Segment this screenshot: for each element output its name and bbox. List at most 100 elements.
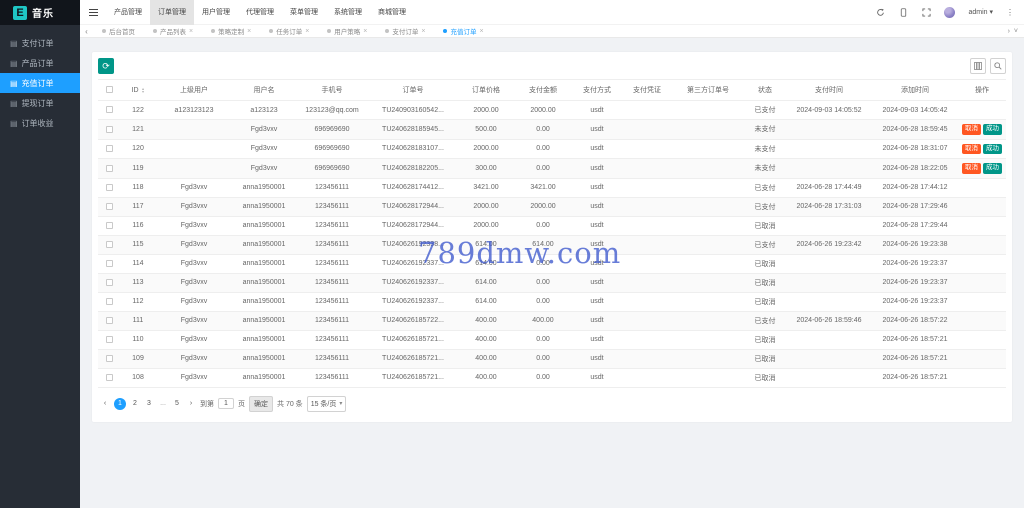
cell-username: anna1950001 [232, 235, 296, 254]
topnav-item-代理管理[interactable]: 代理管理 [238, 0, 282, 25]
cell-pay-method: usdt [572, 330, 622, 349]
fullscreen-icon[interactable] [921, 7, 931, 17]
confirm-order-button[interactable]: 成功 [983, 124, 1002, 135]
tab-用户策略[interactable]: 用户策略× [318, 25, 376, 38]
tab-label: 任务订单 [276, 26, 302, 36]
columns-filter-icon[interactable] [970, 58, 986, 74]
page-2[interactable]: 2 [130, 400, 140, 407]
confirm-order-button[interactable]: 成功 [983, 163, 1002, 174]
row-checkbox[interactable] [106, 260, 113, 267]
close-icon[interactable]: × [305, 28, 309, 35]
menu-toggle-icon[interactable] [80, 0, 106, 25]
per-page-select[interactable]: 15 条/页▾ [307, 396, 347, 412]
topnav-item-菜单管理[interactable]: 菜单管理 [282, 0, 326, 25]
row-checkbox[interactable] [106, 317, 113, 324]
page-jump-input[interactable] [218, 398, 234, 409]
cell-phone: 123123@qq.com [296, 101, 368, 120]
sidebar-item-产品订单[interactable]: ▤产品订单 [0, 53, 80, 73]
cell-id: 117 [120, 197, 156, 216]
cell-third-order-no [672, 311, 744, 330]
tab-支付订单[interactable]: 支付订单× [376, 25, 434, 38]
cell-status: 已取消 [744, 368, 786, 387]
row-checkbox[interactable] [106, 241, 113, 248]
sidebar-item-提现订单[interactable]: ▤提现订单 [0, 93, 80, 113]
row-checkbox[interactable] [106, 126, 113, 133]
select-all-checkbox[interactable] [106, 86, 113, 93]
close-icon[interactable]: × [479, 28, 483, 35]
jump-confirm-button[interactable]: 确定 [249, 396, 273, 412]
page-1[interactable]: 1 [114, 398, 126, 410]
refresh-icon[interactable] [875, 7, 885, 17]
tab-产品列表[interactable]: 产品列表× [144, 25, 202, 38]
more-options-icon[interactable]: ⋮ [1006, 8, 1014, 17]
cell-parent-user: Fgd3vxv [156, 178, 232, 197]
row-checkbox[interactable] [106, 355, 113, 362]
chevron-down-icon: ▾ [339, 400, 342, 407]
row-checkbox[interactable] [106, 203, 113, 210]
page-3[interactable]: 3 [144, 400, 154, 407]
cell-id: 111 [120, 311, 156, 330]
topnav-item-产品管理[interactable]: 产品管理 [106, 0, 150, 25]
row-checkbox[interactable] [106, 106, 113, 113]
tab-后台首页[interactable]: 后台首页 [93, 25, 144, 38]
cell-pay-method: usdt [572, 120, 622, 140]
sort-icon[interactable]: ▲▼ [141, 87, 145, 93]
cell-phone: 123456111 [296, 368, 368, 387]
admin-app: E 音乐 ▤支付订单▤产品订单▤充值订单▤提现订单▤订单收益 产品管理订单管理用… [0, 0, 1024, 508]
cell-actions [958, 368, 1006, 387]
close-icon[interactable]: × [363, 28, 367, 35]
tabs-menu-icon[interactable]: ˅ [1014, 28, 1018, 35]
cell-third-order-no [672, 178, 744, 197]
column-header-支付凭证: 支付凭证 [622, 80, 672, 101]
brand-name: 音乐 [32, 5, 54, 20]
row-checkbox[interactable] [106, 279, 113, 286]
cancel-order-button[interactable]: 取消 [962, 124, 981, 135]
tab-任务订单[interactable]: 任务订单× [260, 25, 318, 38]
cell-actions [958, 101, 1006, 120]
cell-phone: 696969690 [296, 159, 368, 179]
search-icon[interactable] [990, 58, 1006, 74]
tab-充值订单[interactable]: 充值订单× [434, 25, 492, 38]
topnav-item-订单管理[interactable]: 订单管理 [150, 0, 194, 25]
cell-pay-method: usdt [572, 292, 622, 311]
row-checkbox[interactable] [106, 298, 113, 305]
cell-parent-user: Fgd3vxv [156, 330, 232, 349]
cell-voucher [622, 330, 672, 349]
row-checkbox[interactable] [106, 145, 113, 152]
sidebar-item-充值订单[interactable]: ▤充值订单 [0, 73, 80, 93]
cell-pay-time: 2024-06-26 18:59:46 [786, 311, 872, 330]
page-5[interactable]: 5 [172, 400, 182, 407]
row-checkbox[interactable] [106, 336, 113, 343]
row-checkbox[interactable] [106, 165, 113, 172]
table-row: 118Fgd3vxvanna1950001123456111TU24062817… [98, 178, 1006, 197]
close-icon[interactable]: × [421, 28, 425, 35]
confirm-order-button[interactable]: 成功 [983, 144, 1002, 155]
tabs-scroll-left-icon[interactable]: ‹ [80, 27, 93, 36]
column-header-支付方式: 支付方式 [572, 80, 622, 101]
topnav-item-用户管理[interactable]: 用户管理 [194, 0, 238, 25]
topnav-item-系统管理[interactable]: 系统管理 [326, 0, 370, 25]
close-icon[interactable]: × [247, 28, 251, 35]
cell-third-order-no [672, 330, 744, 349]
user-avatar[interactable] [944, 7, 955, 18]
cell-price: 614.00 [458, 235, 514, 254]
row-checkbox[interactable] [106, 222, 113, 229]
sidebar-item-支付订单[interactable]: ▤支付订单 [0, 33, 80, 53]
cell-actions: 取消成功 [958, 120, 1006, 140]
refresh-table-button[interactable]: ⟳ [98, 58, 114, 74]
cell-username: anna1950001 [232, 178, 296, 197]
clear-cache-icon[interactable] [898, 7, 908, 17]
page-prev-icon[interactable]: ‹ [100, 400, 110, 407]
close-icon[interactable]: × [189, 28, 193, 35]
row-checkbox[interactable] [106, 184, 113, 191]
sidebar-item-订单收益[interactable]: ▤订单收益 [0, 113, 80, 133]
row-checkbox[interactable] [106, 374, 113, 381]
tabs-scroll-right-icon[interactable]: › [1008, 28, 1010, 35]
page-next-icon[interactable]: › [186, 400, 196, 407]
user-menu[interactable]: admin ▾ [968, 8, 993, 16]
topnav-item-商城管理[interactable]: 商城管理 [370, 0, 414, 25]
cancel-order-button[interactable]: 取消 [962, 163, 981, 174]
cell-checkbox [98, 349, 120, 368]
cancel-order-button[interactable]: 取消 [962, 144, 981, 155]
tab-策略定制[interactable]: 策略定制× [202, 25, 260, 38]
